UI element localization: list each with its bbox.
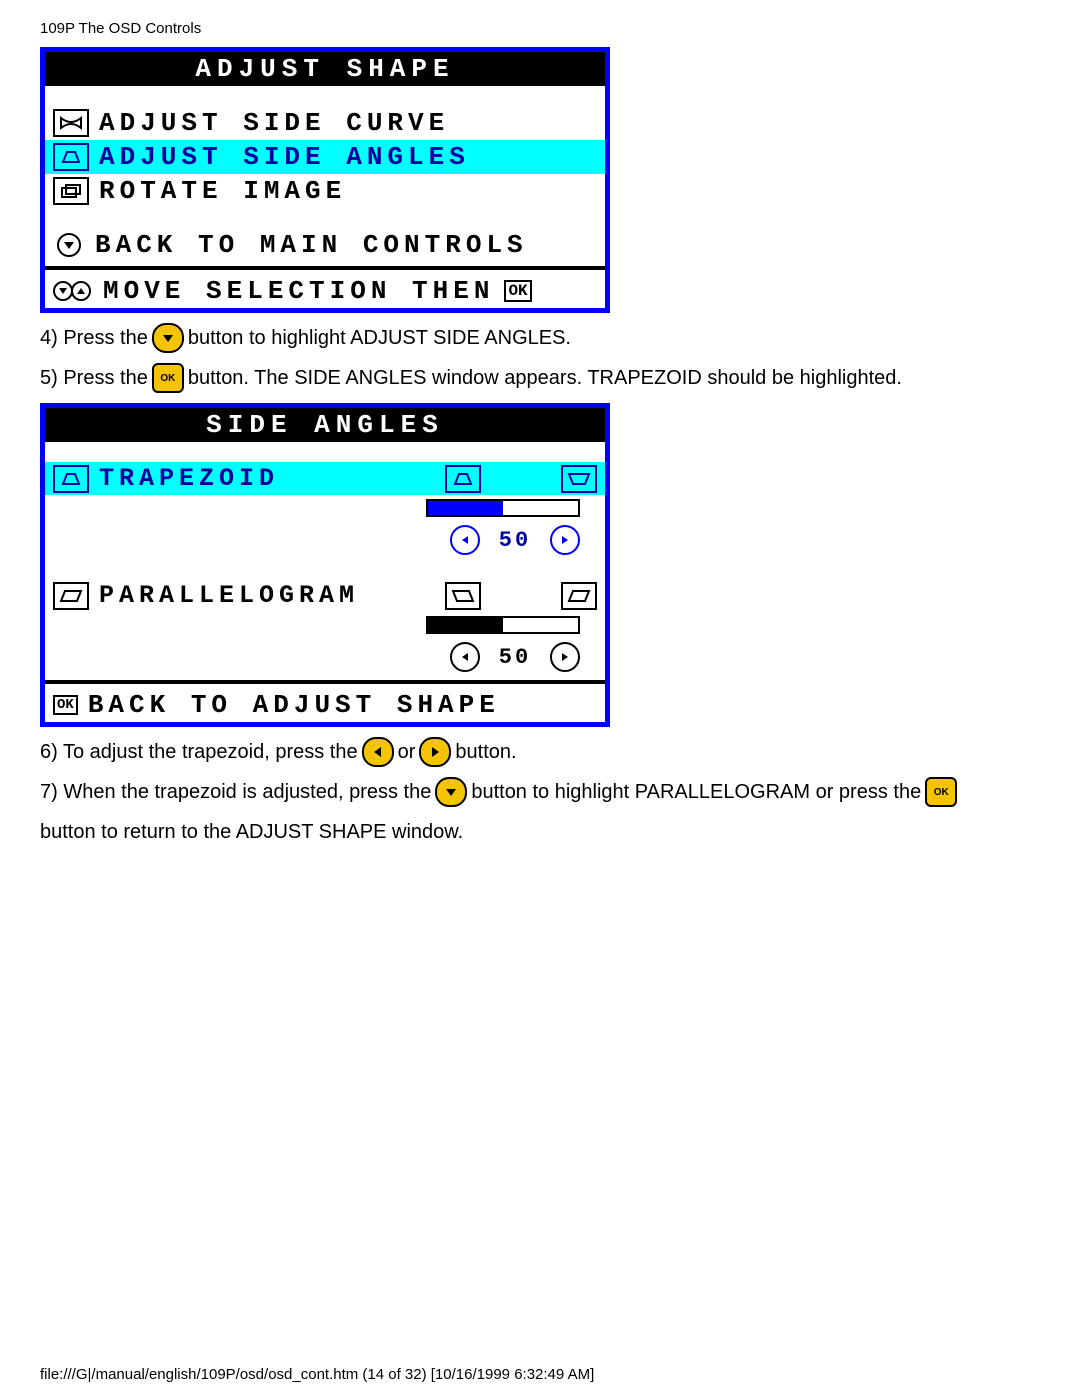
right-button-icon	[419, 737, 451, 767]
ok-button-icon: OK	[152, 363, 184, 393]
right-arrow-icon[interactable]	[550, 525, 580, 555]
updown-icon	[53, 279, 93, 303]
menu-label: BACK TO ADJUST SHAPE	[88, 690, 500, 720]
menu-item-side-curve[interactable]: ADJUST SIDE CURVE	[45, 106, 605, 140]
parallelogram-bar	[426, 616, 580, 634]
down-button-icon	[435, 777, 467, 807]
step-5: 5) Press the OK button. The SIDE ANGLES …	[40, 363, 1040, 393]
row-trapezoid[interactable]: TRAPEZOID	[45, 462, 605, 495]
row-label: PARALLELOGRAM	[99, 581, 435, 610]
trapezoid-value: 50	[490, 528, 540, 553]
page-footer: file:///G|/manual/english/109P/osd/osd_c…	[40, 1366, 594, 1383]
ok-icon: OK	[504, 280, 531, 302]
side-angles-icon	[53, 143, 89, 171]
menu-label: ROTATE IMAGE	[99, 176, 346, 206]
trapezoid-bar	[426, 499, 580, 517]
step-6: 6) To adjust the trapezoid, press the or…	[40, 737, 1040, 767]
parallelogram-value-row: 50	[45, 638, 605, 676]
parallelogram-value: 50	[490, 645, 540, 670]
trap-wide-icon	[561, 465, 597, 493]
left-arrow-icon[interactable]	[450, 525, 480, 555]
trap-narrow-icon	[445, 465, 481, 493]
para-right-icon	[561, 582, 597, 610]
down-button-icon	[152, 323, 184, 353]
ok-icon: OK	[53, 695, 78, 715]
ok-button-icon: OK	[925, 777, 957, 807]
step-4: 4) Press the button to highlight ADJUST …	[40, 323, 1040, 353]
rotate-icon	[53, 177, 89, 205]
osd-adjust-shape: ADJUST SHAPE ADJUST SIDE CURVE ADJUST SI…	[40, 47, 610, 313]
osd-title: ADJUST SHAPE	[45, 52, 605, 86]
menu-hint: MOVE SELECTION THEN OK	[45, 274, 605, 308]
menu-label: BACK TO MAIN CONTROLS	[95, 230, 528, 260]
menu-item-back[interactable]: BACK TO MAIN CONTROLS	[45, 228, 605, 262]
osd-title: SIDE ANGLES	[45, 408, 605, 442]
menu-item-back-shape[interactable]: OK BACK TO ADJUST SHAPE	[45, 688, 605, 722]
left-button-icon	[362, 737, 394, 767]
page-header: 109P The OSD Controls	[40, 20, 1040, 37]
step-7-cont: button to return to the ADJUST SHAPE win…	[40, 817, 1040, 847]
row-label: TRAPEZOID	[99, 464, 435, 493]
trapezoid-icon	[53, 465, 89, 493]
parallelogram-icon	[53, 582, 89, 610]
menu-label: ADJUST SIDE ANGLES	[99, 142, 470, 172]
menu-item-side-angles[interactable]: ADJUST SIDE ANGLES	[45, 140, 605, 174]
osd-side-angles: SIDE ANGLES TRAPEZOID 50 PARALLELOGRAM 5…	[40, 403, 610, 727]
side-curve-icon	[53, 109, 89, 137]
menu-item-rotate[interactable]: ROTATE IMAGE	[45, 174, 605, 208]
para-left-icon	[445, 582, 481, 610]
hint-label: MOVE SELECTION THEN	[103, 276, 494, 306]
left-arrow-icon[interactable]	[450, 642, 480, 672]
trapezoid-value-row: 50	[45, 521, 605, 559]
menu-label: ADJUST SIDE CURVE	[99, 108, 449, 138]
down-circle-icon	[53, 232, 85, 258]
step-7: 7) When the trapezoid is adjusted, press…	[40, 777, 1040, 807]
right-arrow-icon[interactable]	[550, 642, 580, 672]
row-parallelogram[interactable]: PARALLELOGRAM	[45, 579, 605, 612]
